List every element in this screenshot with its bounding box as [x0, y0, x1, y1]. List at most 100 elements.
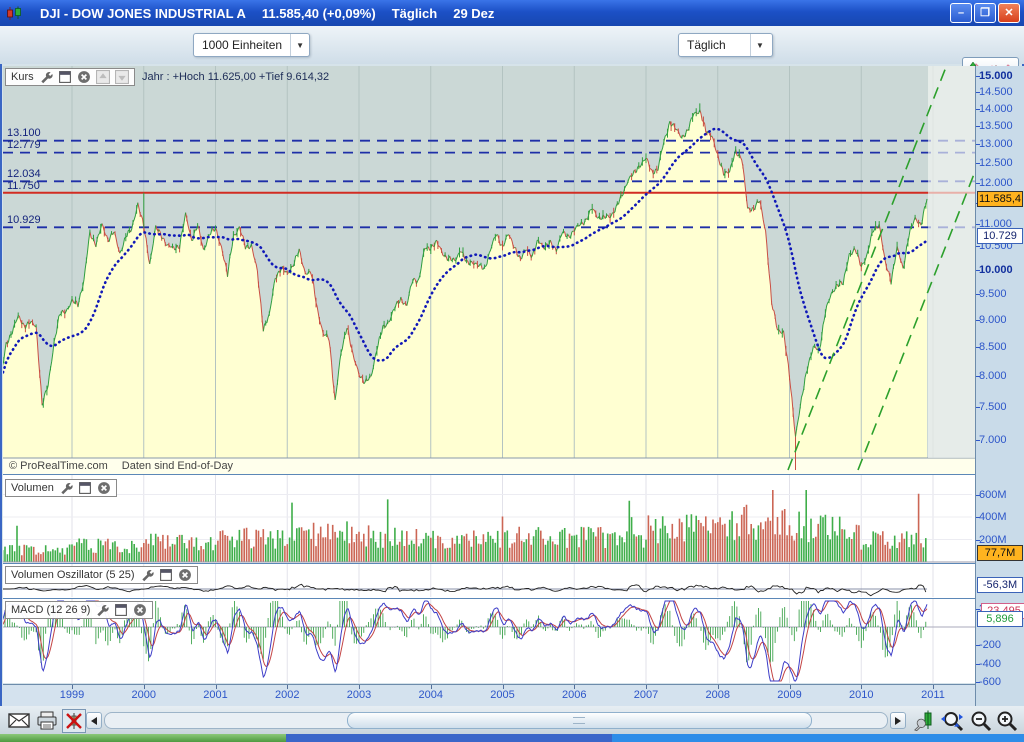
panel-divider — [3, 563, 975, 564]
price-chart[interactable] — [3, 66, 975, 475]
zoom-in-button[interactable] — [994, 709, 1020, 732]
close-icon[interactable] — [77, 70, 91, 84]
year-label: 2003 — [347, 689, 371, 701]
close-icon[interactable] — [133, 603, 147, 617]
chart-settings-button[interactable] — [910, 709, 936, 732]
axis-tick-mark — [976, 270, 980, 271]
print-button[interactable] — [34, 709, 60, 732]
scrollbar-grip — [573, 717, 585, 724]
candle-wrench-icon — [912, 710, 934, 732]
chevron-down-icon[interactable]: ▼ — [750, 34, 769, 56]
titlebar-instrument: DJI - DOW JONES INDUSTRIAL A — [40, 6, 246, 21]
macd-panel-header: MACD (12 26 9) — [5, 601, 153, 619]
axis-tick-mark — [976, 76, 980, 77]
year-tick — [431, 685, 432, 689]
app-candles-icon — [6, 6, 24, 21]
units-dropdown[interactable]: 1000 Einheiten ▼ — [193, 33, 310, 57]
year-label: 2004 — [419, 689, 443, 701]
axis-tick-label: 15.000 — [979, 70, 1013, 82]
taskbar-strip — [0, 734, 1024, 742]
last-price-badge: 11.585,4 — [977, 191, 1023, 207]
panel-divider — [3, 598, 975, 599]
year-label: 2010 — [849, 689, 873, 701]
axis-tick-label: 13.000 — [979, 138, 1013, 150]
axis-tick-mark — [976, 609, 980, 610]
axis-tick-label: -600 — [979, 676, 1001, 688]
scroll-left-button[interactable] — [86, 712, 102, 729]
year-label: 1999 — [60, 689, 84, 701]
axis-tick-mark — [976, 163, 980, 164]
volume-oscillator-badge: -56,3M — [977, 577, 1023, 593]
axis-tick-mark — [976, 347, 980, 348]
volume-badge: 77,7M — [977, 545, 1023, 561]
taskbar-green-segment — [0, 734, 286, 742]
volume-panel-header: Volumen — [5, 479, 117, 497]
axis-tick-mark — [976, 664, 980, 665]
year-tick — [933, 685, 934, 689]
window-left-edge — [0, 64, 2, 706]
axis-tick-label: 600M — [979, 489, 1007, 501]
taskbar-blue-segment — [286, 734, 612, 742]
axis-tick-label: 7.500 — [979, 401, 1007, 413]
period-dropdown[interactable]: Täglich ▼ — [678, 33, 773, 57]
year-tick — [216, 685, 217, 689]
chart-toolbar: 1000 Einheiten ▼ Täglich ▼ — [0, 26, 1024, 64]
chevron-down-icon[interactable]: ▼ — [290, 34, 309, 56]
erase-drawings-tool-button[interactable] — [62, 709, 86, 733]
axis-tick-mark — [976, 144, 980, 145]
axis-tick-label: 14.500 — [979, 86, 1013, 98]
axis-tick-label: -400 — [979, 658, 1001, 670]
panel-divider — [3, 474, 975, 475]
wrench-icon[interactable] — [95, 603, 109, 617]
window-titlebar: DJI - DOW JONES INDUSTRIAL A 11.585,40 (… — [0, 0, 1024, 26]
macd-panel-title: MACD (12 26 9) — [11, 604, 90, 616]
zoom-out-icon — [970, 710, 992, 732]
copyright-note: © ProRealTime.com Daten sind End-of-Day — [9, 460, 233, 472]
axis-tick-label: 400M — [979, 511, 1007, 523]
year-label: 2001 — [203, 689, 227, 701]
year-label: 2007 — [634, 689, 658, 701]
volume-oscillator-panel-header: Volumen Oszillator (5 25) — [5, 566, 198, 584]
zoom-out-button[interactable] — [968, 709, 994, 732]
left-arrow-icon — [91, 717, 97, 725]
copyright-right: Daten sind End-of-Day — [122, 460, 233, 472]
zoom-selection-button[interactable] — [938, 709, 966, 732]
move-down-icon[interactable] — [115, 70, 129, 84]
year-tick — [144, 685, 145, 689]
move-up-icon[interactable] — [96, 70, 110, 84]
units-dropdown-value: 1000 Einheiten — [194, 38, 290, 52]
axis-tick-mark — [976, 183, 980, 184]
wrench-icon[interactable] — [59, 481, 73, 495]
axis-tick-label: 8.500 — [979, 341, 1007, 353]
window-icon[interactable] — [78, 481, 92, 495]
close-icon[interactable] — [178, 568, 192, 582]
window-icon[interactable] — [114, 603, 128, 617]
window-icon[interactable] — [58, 70, 72, 84]
close-icon[interactable] — [97, 481, 111, 495]
price-panel-header: Kurs — [5, 68, 135, 86]
axis-tick-mark — [976, 495, 980, 496]
window-icon[interactable] — [159, 568, 173, 582]
volume-chart[interactable] — [3, 475, 975, 563]
close-button[interactable]: ✕ — [998, 3, 1020, 23]
axis-tick-label: 9.500 — [979, 288, 1007, 300]
axis-tick-mark — [976, 92, 980, 93]
axis-tick-mark — [976, 294, 980, 295]
axis-tick-mark — [976, 109, 980, 110]
axis-tick-mark — [976, 440, 980, 441]
copyright-left: © ProRealTime.com — [9, 460, 108, 472]
axis-tick-label: -200 — [979, 639, 1001, 651]
wrench-icon[interactable] — [39, 70, 53, 84]
maximize-button[interactable]: ❐ — [974, 3, 996, 23]
level-label: 12.034 — [7, 168, 41, 180]
email-button[interactable] — [6, 709, 32, 732]
axis-tick-mark — [976, 540, 980, 541]
year-label: 2011 — [921, 689, 945, 701]
right-arrow-icon — [895, 717, 901, 725]
axis-tick-label: 9.000 — [979, 314, 1007, 326]
scroll-right-button[interactable] — [890, 712, 906, 729]
wrench-icon[interactable] — [140, 568, 154, 582]
axis-tick-mark — [976, 246, 980, 247]
minimize-button[interactable]: – — [950, 3, 972, 23]
level-label: 12.779 — [7, 139, 41, 151]
